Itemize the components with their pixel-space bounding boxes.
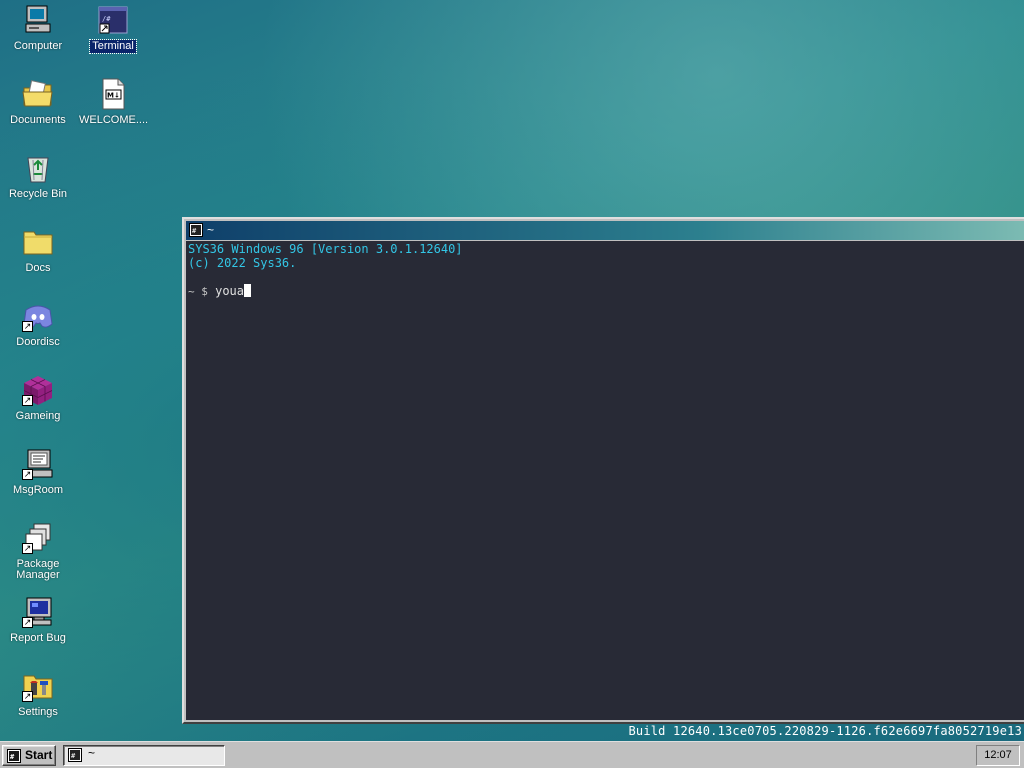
start-button[interactable]: # Start [2,745,56,766]
package-manager-icon: ↗ [22,522,54,554]
icon-label: Package Manager [16,558,60,581]
terminal-window-icon: # [68,748,82,762]
desktop-icon-settings[interactable]: ↗ Settings [2,670,74,719]
settings-folder-icon: ↗ [22,670,54,702]
desktop-icon-recycle-bin[interactable]: Recycle Bin [2,152,74,201]
icon-label: MsgRoom [12,484,64,496]
build-info: Build 12640.13ce0705.220829-1126.f62e669… [628,724,1022,738]
terminal-icon: /# [97,4,129,36]
shortcut-arrow-icon: ↗ [22,395,33,406]
icon-label: WELCOME.... [79,114,149,126]
icon-label: Report Bug [10,632,66,644]
shortcut-arrow-icon: ↗ [22,469,33,480]
icon-label: Documents [10,114,66,126]
terminal-window-icon: # [189,223,203,237]
start-logo-icon: # [7,749,21,763]
terminal-window[interactable]: # ~ SYS36 Windows 96 [Version 3.0.1.1264… [182,217,1024,724]
recycle-bin-icon [22,152,54,184]
desktop-icon-doordisc[interactable]: ↗ Doordisc [2,300,74,349]
taskbar-item-terminal[interactable]: # ~ [63,745,225,766]
terminal-input[interactable]: youa [215,284,244,298]
desktop-icon-computer[interactable]: Computer [2,4,74,53]
icon-label: Doordisc [16,336,60,348]
desktop-icon-report-bug[interactable]: ↗ Report Bug [2,596,74,645]
terminal-banner-line: (c) 2022 Sys36. [188,256,297,270]
terminal-titlebar[interactable]: # ~ [186,221,1024,240]
desktop-icon-package-manager[interactable]: ↗ Package Manager [2,522,74,582]
markdown-file-icon: M↓ [97,78,129,110]
svg-text:M↓: M↓ [107,92,120,100]
terminal-prompt: ~ $ [188,285,208,298]
shortcut-arrow-icon: ↗ [22,321,33,332]
shortcut-arrow-icon: ↗ [22,691,33,702]
icon-label: Recycle Bin [8,188,68,200]
desktop-icon-msgroom[interactable]: ↗ MsgRoom [2,448,74,497]
game-cube-icon: ↗ [22,374,54,406]
desktop-icon-gameing[interactable]: ↗ Gameing [2,374,74,423]
icon-label: Docs [25,262,51,274]
shortcut-arrow-icon: ↗ [22,617,33,628]
desktop-icon-docs[interactable]: Docs [2,226,74,275]
desktop-icon-documents[interactable]: Documents [2,78,74,127]
icon-label: Settings [18,706,58,718]
icon-label: Terminal [89,39,137,54]
icon-label: Gameing [15,410,61,422]
tray-clock[interactable]: 12:07 [976,745,1020,766]
start-label: Start [25,748,53,762]
terminal-banner-line: SYS36 Windows 96 [Version 3.0.1.12640] [188,242,463,256]
terminal-title: ~ [207,223,215,237]
desktop: Computer /# Terminal Documents M↓ WELCOM… [0,0,1024,741]
discord-icon: ↗ [22,300,54,332]
taskbar: # Start # ~ 12:07 [0,741,1024,768]
report-bug-monitor-icon: ↗ [22,596,54,628]
shortcut-arrow-icon: ↗ [22,543,33,554]
folder-icon [22,226,54,258]
desktop-icon-welcome[interactable]: M↓ WELCOME.... [77,78,149,127]
computer-icon [22,4,54,36]
taskbar-item-label: ~ [88,746,96,760]
documents-folder-icon [22,78,54,110]
terminal-cursor [244,284,252,297]
chat-computer-icon: ↗ [22,448,54,480]
desktop-icon-terminal[interactable]: /# Terminal [77,4,149,54]
icon-label: Computer [13,40,63,52]
svg-text:/#: /# [102,15,111,23]
terminal-output[interactable]: SYS36 Windows 96 [Version 3.0.1.12640] (… [186,241,1024,720]
